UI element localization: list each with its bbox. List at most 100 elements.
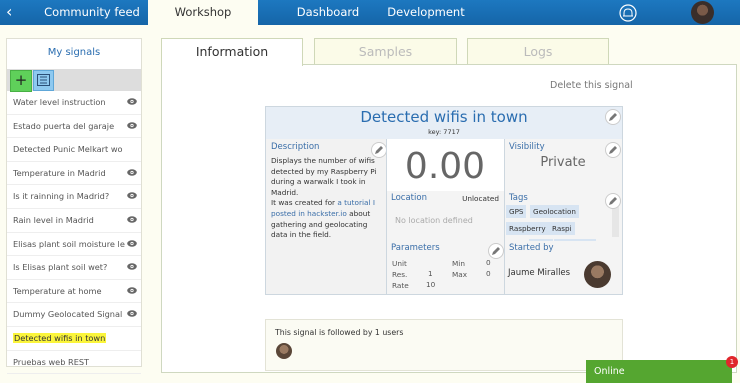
param-unit-label: Unit <box>392 259 407 268</box>
tab-samples[interactable]: Samples <box>314 38 457 65</box>
visibility-label: Visibility <box>509 142 545 152</box>
edit-parameters-pencil-icon[interactable] <box>488 243 504 259</box>
param-max-label: Max <box>452 270 468 279</box>
started-by-name: Jaume Miralles <box>508 268 571 278</box>
signal-label: Water level instruction <box>13 97 106 107</box>
visibility-value: Private <box>540 155 586 170</box>
signal-key: key: 7717 <box>428 128 460 136</box>
nav-development[interactable]: Development <box>372 0 480 25</box>
edit-description-pencil-icon[interactable] <box>371 142 387 158</box>
eye-icon[interactable] <box>127 121 137 129</box>
signal-label: Elisas plant soil moisture le <box>13 238 125 249</box>
signal-item[interactable]: Pruebas web REST <box>7 351 141 375</box>
signal-item[interactable]: Elisas plant soil moisture le <box>7 233 141 257</box>
location-section: Location Unlocated No location defined <box>386 191 504 241</box>
parameters-section: Parameters Unit Res. 1 Rate 10 Min 0 Max… <box>386 241 504 294</box>
param-rate-label: Rate <box>392 281 409 290</box>
tag-chip[interactable]: Geolocation <box>530 205 579 218</box>
eye-icon[interactable] <box>127 263 137 270</box>
description-section: Description Displays the number of wifis… <box>266 139 386 294</box>
description-line: detected by my Raspberry Pi <box>271 166 377 176</box>
list-icon <box>37 74 50 86</box>
delete-signal-link[interactable]: Delete this signal <box>550 80 633 91</box>
divider <box>504 139 505 294</box>
signal-label: Temperature at home <box>13 285 102 296</box>
tag-chip[interactable]: GPS <box>506 205 527 218</box>
signal-label: Pruebas web REST <box>13 356 90 367</box>
tab-logs[interactable]: Logs <box>467 38 609 65</box>
description-line: It was created for a tutorial I <box>271 198 383 209</box>
eye-icon[interactable] <box>127 287 137 294</box>
notifications-bell-icon[interactable] <box>619 4 637 22</box>
signal-value: 0.00 <box>404 146 486 187</box>
param-min-label: Min <box>452 259 465 268</box>
tags-label: Tags <box>509 193 528 203</box>
description-line: during a warwalk I took in <box>271 177 366 187</box>
eye-icon[interactable] <box>127 216 137 223</box>
signal-title: Detected wifis in town <box>360 108 528 126</box>
description-fragment: It was created for <box>271 198 338 208</box>
signal-label: Temperature in Madrid <box>13 167 106 178</box>
param-rate-value: 10 <box>426 280 436 289</box>
location-label: Location <box>391 193 427 203</box>
signal-item[interactable]: Dummy Geolocated Signal <box>7 303 141 327</box>
eye-icon[interactable] <box>127 98 137 105</box>
started-by-label: Started by <box>509 243 554 253</box>
location-status: Unlocated <box>462 194 499 203</box>
signal-item[interactable]: Is it rainning in Madrid? <box>7 185 141 209</box>
param-min-value: 0 <box>486 258 491 267</box>
online-chat-bar[interactable]: Online <box>586 360 732 383</box>
sidebar-title: My signals <box>47 47 101 58</box>
nav-community-feed[interactable]: Community feed <box>24 0 160 25</box>
description-line: Displays the number of wifis <box>271 156 375 165</box>
signal-list: Water level instruction Estado puerta de… <box>7 91 141 375</box>
signal-item[interactable]: Water level instruction <box>7 91 141 115</box>
user-avatar[interactable] <box>691 1 714 24</box>
signal-item[interactable]: Detected Punic Melkart wo <box>7 138 141 162</box>
location-empty-text: No location defined <box>395 216 473 225</box>
signal-item[interactable]: Temperature at home <box>7 280 141 304</box>
tag-chip[interactable]: Raspi <box>549 222 575 235</box>
description-fragment: about <box>346 208 371 218</box>
description-text: Displays the number of wifis detected by… <box>271 156 383 241</box>
tutorial-link[interactable]: a tutorial I <box>337 198 375 207</box>
param-res-label: Res. <box>392 270 408 279</box>
signal-label: Estado puerta del garaje <box>13 120 115 131</box>
signal-item[interactable]: Temperature in Madrid <box>7 162 141 186</box>
visibility-section: Visibility Private <box>504 139 622 191</box>
eye-icon[interactable] <box>127 169 137 176</box>
edit-title-pencil-icon[interactable] <box>605 109 621 125</box>
signal-label: Dummy Geolocated Signal <box>13 309 123 320</box>
signal-item-selected[interactable]: Detected wifis in town <box>7 327 141 351</box>
signal-item[interactable]: Rain level in Madrid <box>7 209 141 233</box>
tags-scrollbar[interactable] <box>612 207 619 237</box>
tab-information[interactable]: Information <box>161 38 303 66</box>
sidebar-toolbar: + <box>7 69 141 92</box>
eye-icon[interactable] <box>127 192 137 200</box>
description-label: Description <box>271 142 320 152</box>
list-view-button[interactable] <box>33 70 54 91</box>
back-arrow-icon[interactable]: ‹ <box>6 2 12 22</box>
followers-text: This signal is followed by 1 users <box>275 328 404 337</box>
edit-visibility-pencil-icon[interactable] <box>605 142 621 158</box>
signal-label: Detected Punic Melkart wo <box>13 144 123 155</box>
signal-label: Is it rainning in Madrid? <box>13 191 110 202</box>
signal-item[interactable]: Is Elisas plant soil wet? <box>7 256 141 280</box>
signal-label: Detected wifis in town <box>13 332 107 343</box>
eye-icon[interactable] <box>127 310 137 318</box>
edit-tags-pencil-icon[interactable] <box>605 193 621 209</box>
signal-item[interactable]: Estado puerta del garaje <box>7 115 141 139</box>
nav-workshop[interactable]: Workshop <box>148 0 258 25</box>
eye-icon[interactable] <box>127 239 137 247</box>
creator-avatar[interactable] <box>584 261 611 288</box>
signal-header: Detected wifis in town key: 7717 <box>266 107 622 139</box>
started-by-section: Started by Jaume Miralles <box>504 241 622 294</box>
add-signal-button[interactable]: + <box>10 70 32 92</box>
follower-avatar[interactable] <box>276 343 292 359</box>
tutorial-link[interactable]: posted in hackster.io <box>271 209 347 218</box>
description-line: gathering and geolocating <box>271 219 368 229</box>
tag-chip[interactable]: Raspberry <box>506 222 549 235</box>
chat-notification-badge: 1 <box>726 356 738 368</box>
signal-label: Rain level in Madrid <box>13 214 94 225</box>
signal-card: Detected wifis in town key: 7717 Descrip… <box>265 106 623 295</box>
